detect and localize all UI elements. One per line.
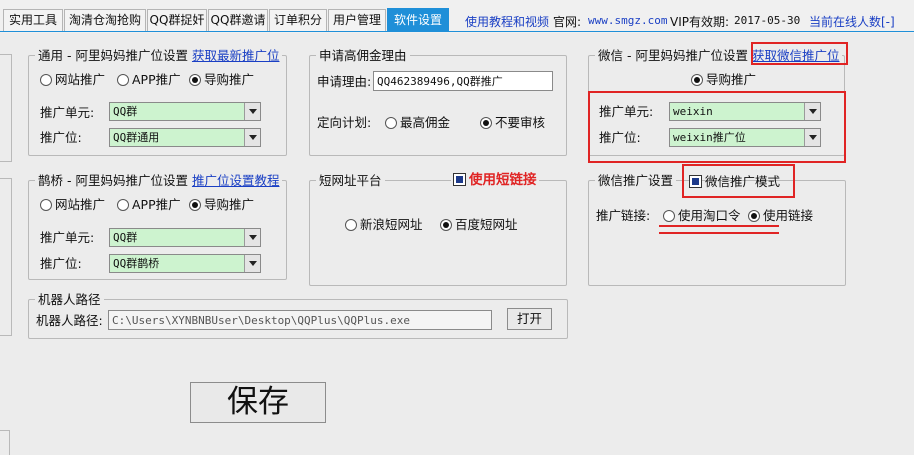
radio-dot-selected [189, 199, 201, 211]
chevron-down-icon[interactable] [244, 103, 260, 120]
open-path-button[interactable]: 打开 [507, 308, 552, 330]
radio-dot [40, 199, 52, 211]
general-radio-app[interactable]: APP推广 [117, 73, 181, 87]
reason-label: 申请理由: [317, 74, 372, 89]
radio-dot [385, 117, 397, 129]
get-latest-adzone-link[interactable]: 获取最新推广位 [192, 48, 280, 63]
reason-input[interactable]: QQ462389496,QQ群推广 [373, 71, 553, 91]
tab-order-points[interactable]: 订单积分 [269, 9, 327, 31]
tab-qq-invite[interactable]: QQ群邀请 [208, 9, 268, 31]
left-panel-edge [0, 430, 10, 455]
general-pos-label: 推广位: [40, 130, 82, 145]
highlight-underline [659, 225, 779, 227]
left-panel-edge [0, 54, 12, 162]
wechat-link-label: 推广链接: [596, 208, 651, 223]
queqiao-group-title: 鹊桥 - 阿里妈妈推广位设置 [38, 173, 188, 188]
vip-date: 2017-05-30 [734, 14, 801, 27]
radio-dot-selected [440, 219, 452, 231]
general-radio-website[interactable]: 网站推广 [40, 73, 105, 87]
queqiao-pos-label: 推广位: [40, 256, 82, 271]
short-url-group: 短网址平台 使用短链接 新浪短网址 百度短网址 [309, 172, 567, 286]
highlight-wechat-link [751, 42, 848, 65]
robot-path-label: 机器人路径: [36, 313, 103, 328]
radio-dot-selected [691, 74, 703, 86]
radio-dot-selected [480, 117, 492, 129]
queqiao-radio-guide[interactable]: 导购推广 [189, 198, 254, 212]
chevron-down-icon[interactable] [244, 229, 260, 246]
radio-dot [40, 74, 52, 86]
tab-underline [0, 31, 914, 32]
save-button[interactable]: 保存 [190, 382, 326, 423]
short-url-radio-baidu[interactable]: 百度短网址 [440, 218, 518, 232]
tab-user-manage[interactable]: 用户管理 [328, 9, 386, 31]
radio-dot-selected [189, 74, 201, 86]
wechat-group-title: 微信 - 阿里妈妈推广位设置 [598, 48, 748, 63]
plan-label: 定向计划: [317, 115, 372, 130]
plan-radio-no-review[interactable]: 不要审核 [480, 116, 545, 130]
site-url-link[interactable]: www.smgz.com [588, 14, 667, 27]
queqiao-radio-app[interactable]: APP推广 [117, 198, 181, 212]
vip-label: VIP有效期: [670, 15, 730, 29]
general-pos-select[interactable]: QQ群通用 [109, 128, 261, 147]
general-group-title: 通用 - 阿里妈妈推广位设置 [38, 48, 188, 63]
online-count-link[interactable]: 当前在线人数[-] [809, 13, 895, 30]
radio-dot [117, 199, 129, 211]
plan-radio-max-commission[interactable]: 最高佣金 [385, 116, 450, 130]
left-panel-edge [0, 178, 12, 336]
wechat-promo-group-title: 微信推广设置 [595, 173, 677, 188]
robot-path-group: 机器人路径 机器人路径: C:\Users\XYNBNBUser\Desktop… [28, 292, 568, 339]
short-url-group-title: 短网址平台 [316, 173, 385, 188]
tab-settings[interactable]: 软件设置 [387, 8, 449, 32]
radio-dot-selected [748, 210, 760, 222]
commission-reason-group: 申请高佣金理由 申请理由: QQ462389496,QQ群推广 定向计划: 最高… [309, 48, 567, 156]
tab-bar: 实用工具 淘清仓淘抢购 QQ群捉奸 QQ群邀请 订单积分 用户管理 软件设置 使… [0, 0, 914, 33]
tab-qq-catch[interactable]: QQ群捉奸 [147, 9, 207, 31]
queqiao-pos-select[interactable]: QQ群鹊桥 [109, 254, 261, 273]
reason-group-title: 申请高佣金理由 [316, 48, 410, 63]
queqiao-radio-website[interactable]: 网站推广 [40, 198, 105, 212]
robot-path-input[interactable]: C:\Users\XYNBNBUser\Desktop\QQPlus\QQPlu… [108, 310, 492, 330]
radio-dot [345, 219, 357, 231]
radio-dot [117, 74, 129, 86]
queqiao-unit-label: 推广单元: [40, 230, 95, 245]
robot-path-group-title: 机器人路径 [35, 292, 104, 307]
queqiao-adzone-group: 鹊桥 - 阿里妈妈推广位设置 推广位设置教程 网站推广 APP推广 导购推广 推… [28, 173, 287, 280]
general-unit-label: 推广单元: [40, 105, 95, 120]
wechat-radio-guide[interactable]: 导购推广 [691, 73, 756, 87]
tutorial-link[interactable]: 使用教程和视频 [465, 13, 549, 30]
chevron-down-icon[interactable] [244, 255, 260, 272]
general-unit-select[interactable]: QQ群 [109, 102, 261, 121]
tab-tools[interactable]: 实用工具 [3, 9, 63, 31]
use-short-link-checkbox[interactable]: 使用短链接 [451, 172, 539, 188]
general-adzone-group: 通用 - 阿里妈妈推广位设置 获取最新推广位 网站推广 APP推广 导购推广 推… [28, 48, 287, 156]
short-url-radio-sina[interactable]: 新浪短网址 [345, 218, 423, 232]
queqiao-unit-select[interactable]: QQ群 [109, 228, 261, 247]
highlight-underline [659, 232, 779, 234]
wechat-radio-use-link[interactable]: 使用链接 [748, 209, 813, 223]
tab-clearance[interactable]: 淘清仓淘抢购 [64, 9, 146, 31]
checkbox-checked-icon [453, 173, 466, 186]
general-radio-guide[interactable]: 导购推广 [189, 73, 254, 87]
site-label: 官网: [553, 15, 582, 29]
highlight-wechat-selects [588, 91, 846, 163]
wechat-radio-taokouling[interactable]: 使用淘口令 [663, 209, 741, 223]
adzone-tutorial-link[interactable]: 推广位设置教程 [192, 173, 280, 188]
chevron-down-icon[interactable] [244, 129, 260, 146]
highlight-wechat-mode [682, 164, 795, 198]
radio-dot [663, 210, 675, 222]
